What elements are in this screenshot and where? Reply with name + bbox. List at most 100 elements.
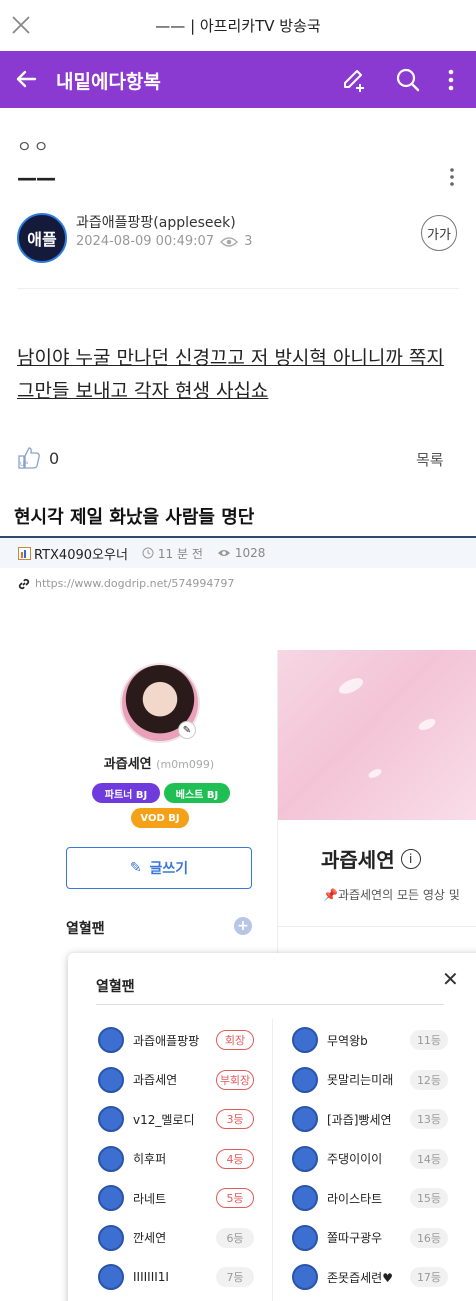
post-body: 남이야 누굴 만나던 신경끄고 저 방시혁 아니니까 쪽지 그만들 보내고 각자… [17,347,444,402]
close-icon[interactable]: ✕ [442,967,459,991]
fan-name: [과즙]빵세연 [327,1112,392,1127]
fan-rank-badge: 3등 [216,1109,254,1129]
fan-rank-row[interactable]: 과즙세연 [98,1066,177,1094]
divider [96,1004,444,1005]
channel-header: 내밑에다항복 [0,51,476,108]
fan-avatar-icon [292,1145,318,1172]
fan-rank-badge: 11등 [410,1030,448,1050]
view-count: 3 [244,234,253,249]
author-avatar[interactable]: 애플 [17,213,67,263]
fan-rank-badge: 17등 [410,1267,448,1287]
expand-plus-icon[interactable]: + [234,917,252,935]
svg-text:UP: UP [20,461,28,468]
post-meta: 2024-08-09 00:49:07 3 [76,234,252,249]
fan-avatar-icon [292,1185,318,1211]
fan-rank-row[interactable]: 무역왕b [292,1026,368,1054]
fan-ranking-modal: 열혈팬 ✕ 과즙애플팡팡 회장 과즙세연 부회장 v12_멜로디 3등 히후퍼 4등 라네트 5등… [68,953,476,1301]
fan-rank-row[interactable]: 히후퍼 [98,1145,166,1173]
profile-badge-icon: ✎ [178,721,196,739]
profile-avatar: ✎ [120,663,200,743]
fan-rank-badge: 5등 [216,1188,254,1208]
profile-name: 과즙세연 [103,757,152,772]
write-button[interactable]: ✎ 글쓰기 [66,847,252,889]
user-level-icon [18,546,31,560]
fan-rank-row[interactable]: 존못즙세련♥ [292,1263,393,1291]
window-title: —— | 아프리카TV 방송국 [155,17,321,35]
fan-rank-badge: 13등 [410,1109,448,1129]
fan-rank-badge: 15등 [410,1188,448,1208]
more-vertical-icon[interactable] [437,66,465,94]
author-name[interactable]: 과즙애플팡팡(appleseek) [76,212,236,232]
fan-rank-badge: 6등 [216,1227,254,1248]
divider [272,1019,273,1301]
view-eye-icon [220,236,238,247]
fan-rank-row[interactable]: 못말리는미래 [292,1066,393,1094]
fan-avatar-icon [98,1264,124,1290]
fan-avatar-icon [98,1027,124,1053]
fan-rank-row[interactable]: 쫄따구광우 [292,1224,382,1252]
fan-rank-row[interactable]: 라이스타트 [292,1184,382,1212]
ref-link[interactable]: https://www.dogdrip.net/574994797 [18,577,234,590]
fan-name: IIIIIII1I [133,1270,169,1284]
ref-author[interactable]: RTX4090오우너 [34,544,128,563]
fan-rank-row[interactable]: v12_멜로디 [98,1105,195,1133]
partner-bj-tag: 파트너 BJ [92,783,160,803]
fan-rank-row[interactable]: 주댕이이이 [292,1145,382,1173]
fan-rank-row[interactable]: 라네트 [98,1184,166,1212]
channel-name[interactable]: 내밑에다항복 [56,67,161,94]
fan-avatar-icon [98,1224,124,1251]
fan-name: 라이스타트 [327,1191,383,1206]
fan-rank-row[interactable]: IIIIIII1I [98,1263,169,1291]
fan-name: 히후퍼 [133,1152,167,1166]
fan-name: v12_멜로디 [133,1112,195,1127]
ref-url[interactable]: https://www.dogdrip.net/574994797 [35,577,234,590]
clock-icon [142,547,154,559]
fan-avatar-icon [292,1264,318,1290]
fan-avatar-icon [292,1027,318,1053]
fan-rank-badge: 4등 [216,1148,254,1169]
fan-name: 못말리는미래 [327,1073,394,1087]
write-post-icon[interactable] [340,66,368,94]
fan-rank-row[interactable]: 과즙애플팡팡 [98,1026,199,1054]
window-titlebar: —— | 아프리카TV 방송국 [0,0,476,51]
fan-avatar-icon [98,1185,124,1211]
fan-name: 깐세연 [133,1231,167,1245]
channel-banner [278,650,476,820]
embedded-screenshot: ✎ 과즙세연 (m0m099) 파트너 BJ 베스트 BJ VOD BJ ✎ 글… [40,650,476,1301]
avatar-text: 애플 [27,230,57,249]
fan-rank-row[interactable]: [과즙]빵세연 [292,1105,392,1133]
ref-title: 현시각 제일 화났을 사람들 명단 [14,507,255,528]
fan-section-label: 열혈팬 [66,921,105,937]
search-icon[interactable] [394,66,422,94]
fan-rank-row[interactable]: 깐세연 [98,1224,166,1252]
profile-name-row: 과즙세연 (m0m099) [40,753,278,772]
post-category: ㅇㅇ [17,137,51,156]
thumbs-up-icon[interactable]: UP [17,446,43,470]
list-button[interactable]: 목록 [416,449,444,470]
font-size-button[interactable]: 가가 [421,215,457,251]
write-label: 글쓰기 [149,861,189,877]
best-bj-tag: 베스트 BJ [164,783,230,803]
like-area[interactable]: UP 0 [17,446,59,470]
fan-name: 쫄따구광우 [327,1231,383,1245]
fan-rank-badge: 16등 [410,1227,448,1248]
profile-id: (m0m099) [156,758,215,771]
channel-title-row: 과즙세연 i [321,844,421,873]
fan-name: 과즙애플팡팡 [133,1033,200,1048]
divider [17,288,459,289]
fan-avatar-icon [292,1106,318,1132]
fan-name: 존못즙세련♥ [327,1270,393,1285]
fan-rank-badge: 12등 [410,1069,448,1090]
back-arrow-icon[interactable] [14,67,38,91]
fan-name: 주댕이이이 [327,1152,383,1166]
ref-time: 11 분 전 [157,546,203,561]
fan-name: 과즙세연 [133,1073,178,1087]
fan-avatar-icon [98,1145,124,1172]
fan-rank-badge: 7등 [216,1267,254,1287]
fan-avatar-icon [292,1066,318,1093]
channel-description: 📌과즙세연의 모든 영상 및 [323,888,460,902]
like-count: 0 [49,448,60,468]
divider [278,926,476,927]
post-options-icon[interactable] [444,166,460,188]
info-icon[interactable]: i [400,848,421,869]
